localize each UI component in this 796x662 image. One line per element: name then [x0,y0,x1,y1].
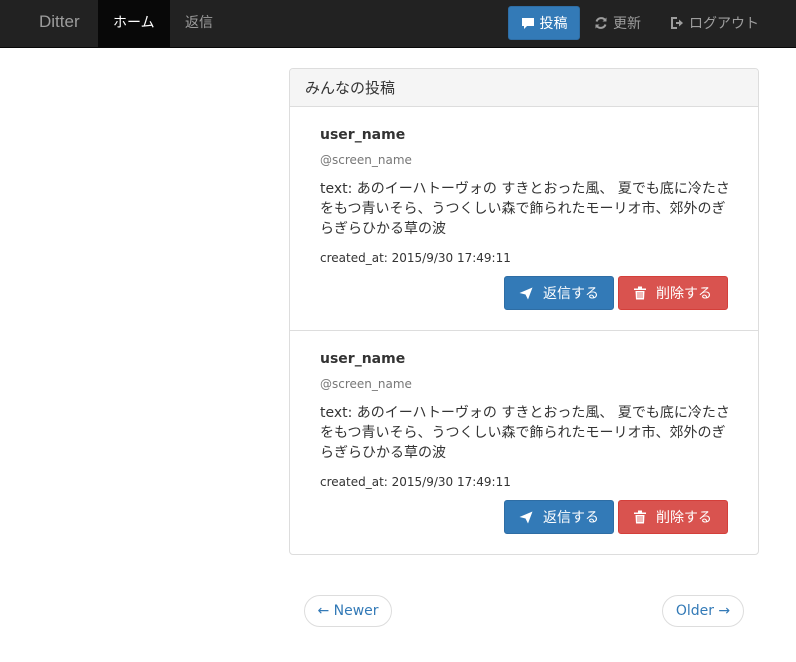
logout-icon [671,17,683,29]
reply-button-label: 返信する [543,510,599,526]
brand-logo[interactable]: Ditter [39,12,80,32]
post-button-label: 投稿 [539,16,568,32]
panel-heading: みんなの投稿 [290,69,758,107]
refresh-link[interactable]: 更新 [594,0,641,46]
nav-reply[interactable]: 返信 [170,0,228,48]
newer-button[interactable]: ← Newer [304,595,392,627]
post-text: text: あのイーハトーヴォの すきとおった風、 夏でも底に冷たさをもつ青いそ… [320,405,730,461]
post-text: text: あのイーハトーヴォの すきとおった風、 夏でも底に冷たさをもつ青いそ… [320,181,730,237]
screen-name: @screen_name [320,377,412,391]
nav-home[interactable]: ホーム [98,0,170,48]
logout-link[interactable]: ログアウト [670,0,759,46]
older-button[interactable]: Older → [662,595,744,627]
reply-button[interactable]: 返信する [504,500,614,534]
post-button[interactable]: 投稿 [508,6,580,40]
posts-panel: みんなの投稿 user_name @screen_name text: あのイー… [289,68,759,555]
delete-button-label: 削除する [656,286,712,302]
screen-name: @screen_name [320,153,412,167]
trash-icon [634,510,646,524]
top-navbar: Ditter ホーム 返信 投稿 更新 ログアウト [0,0,796,48]
post-item: user_name @screen_name text: あのイーハトーヴォの … [290,107,758,331]
send-icon [519,511,533,523]
user-name: user_name [320,127,406,143]
post-item: user_name @screen_name text: あのイーハトーヴォの … [290,331,758,554]
reply-button[interactable]: 返信する [504,276,614,310]
refresh-icon [595,17,607,29]
comment-icon [521,17,534,29]
send-icon [519,287,533,299]
user-name: user_name [320,351,406,367]
trash-icon [634,286,646,300]
refresh-label: 更新 [613,16,641,32]
delete-button[interactable]: 削除する [618,500,728,534]
delete-button-label: 削除する [656,510,712,526]
logout-label: ログアウト [689,16,759,32]
reply-button-label: 返信する [543,286,599,302]
delete-button[interactable]: 削除する [618,276,728,310]
created-at: created_at: 2015/9/30 17:49:11 [320,475,511,489]
created-at: created_at: 2015/9/30 17:49:11 [320,251,511,265]
